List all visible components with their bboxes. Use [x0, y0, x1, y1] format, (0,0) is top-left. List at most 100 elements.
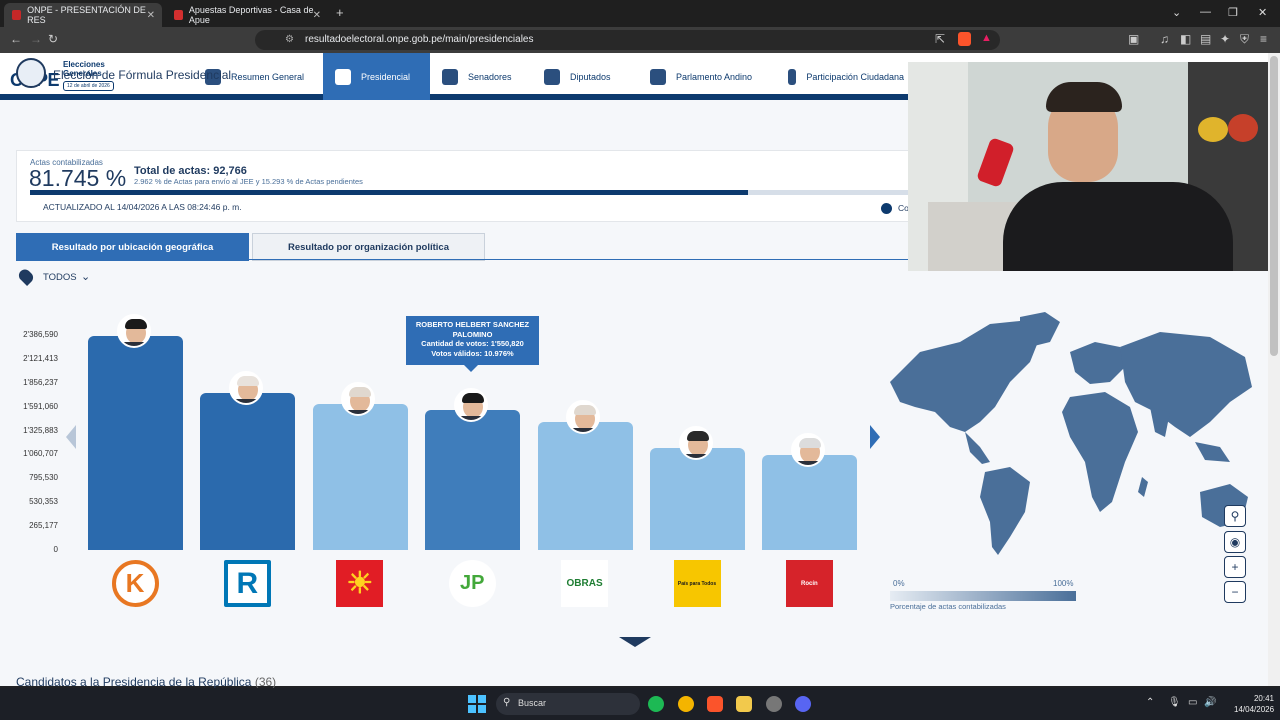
- nav-presidencial[interactable]: Presidencial: [323, 53, 430, 100]
- location-filter[interactable]: TODOS: [43, 272, 77, 283]
- reading-list-icon[interactable]: ◧: [1180, 32, 1191, 46]
- y-tick-label: 0: [53, 545, 58, 554]
- party-logo[interactable]: OBRAS: [561, 560, 609, 607]
- candidate-photo-hair: [461, 393, 484, 404]
- chart-prev-arrow-icon[interactable]: [66, 425, 76, 449]
- legend-dot: [881, 203, 892, 214]
- taskbar-search[interactable]: Buscar: [496, 693, 640, 715]
- reload-icon[interactable]: ↻: [48, 32, 58, 46]
- party-logo[interactable]: JP: [448, 560, 496, 607]
- map-location-button[interactable]: ⚲: [1224, 505, 1246, 527]
- nav-label: Diputados: [570, 71, 611, 82]
- close-tab-icon[interactable]: ✕: [313, 10, 321, 21]
- map-globe-button[interactable]: ◉: [1224, 531, 1246, 553]
- party-logo[interactable]: R: [223, 560, 271, 607]
- webcam-microphone: [976, 137, 1015, 188]
- spotify-icon[interactable]: [648, 696, 664, 712]
- map-zoom-out-button[interactable]: −: [1224, 581, 1246, 603]
- candidate-photo[interactable]: [790, 432, 825, 467]
- nav-diputados[interactable]: Diputados: [532, 53, 632, 100]
- close-tab-icon[interactable]: ✕: [147, 10, 155, 21]
- tab-label: Resultado por organización política: [288, 241, 449, 253]
- brave-shields-icon[interactable]: [958, 32, 971, 46]
- party-logo[interactable]: ☀: [336, 560, 384, 607]
- onpe-favicon-icon: [12, 10, 22, 20]
- share-icon[interactable]: ⇱: [935, 32, 945, 46]
- browser-tab-onpe[interactable]: ONPE - PRESENTACIÓN DE RES ✕: [4, 3, 162, 27]
- candidate-photo[interactable]: [116, 314, 151, 349]
- nav-participacion-ciudadana[interactable]: Participación Ciudadana: [776, 53, 916, 100]
- microphone-icon[interactable]: 🎙: [1168, 697, 1181, 708]
- chart-bar[interactable]: [537, 422, 633, 550]
- participation-icon: [788, 68, 797, 85]
- map-zoom-in-button[interactable]: +: [1224, 556, 1246, 578]
- party-logo[interactable]: K: [111, 560, 159, 607]
- y-tick-label: 1'325,883: [23, 425, 58, 435]
- scrollbar-thumb[interactable]: [1270, 56, 1278, 356]
- clock-date: 14/04/2026: [1234, 705, 1275, 714]
- tab-geographic-result[interactable]: Resultado por ubicación geográfica: [16, 233, 249, 261]
- candidate-photo[interactable]: [228, 371, 263, 406]
- logo-date: 12 de abril de 2026: [63, 81, 114, 91]
- chart-bar[interactable]: [312, 404, 408, 550]
- plus-icon: +: [1231, 560, 1239, 574]
- y-tick-label: 795,530: [29, 473, 58, 483]
- obs-icon[interactable]: [766, 696, 782, 712]
- vpn-icon[interactable]: ⛨: [1240, 32, 1249, 47]
- brave-rewards-icon[interactable]: ▲: [981, 32, 992, 44]
- chart-bar[interactable]: [200, 393, 296, 550]
- peru-coat-of-arms-icon: [16, 58, 46, 88]
- candidate-photo[interactable]: [678, 426, 713, 461]
- party-logo[interactable]: País para Todos: [673, 560, 721, 607]
- taskbar-clock[interactable]: 20:41 14/04/2026: [1234, 693, 1274, 715]
- file-explorer-icon[interactable]: [736, 696, 752, 712]
- chart-next-arrow-icon[interactable]: [870, 425, 880, 449]
- chart-bar[interactable]: [650, 448, 745, 550]
- y-tick-label: 1'591,060: [23, 401, 58, 411]
- nav-senadores[interactable]: Senadores: [430, 53, 530, 100]
- volume-icon[interactable]: 🔊: [1204, 697, 1216, 708]
- wallet-icon[interactable]: ▤: [1200, 32, 1211, 46]
- chart-bar[interactable]: [425, 410, 521, 550]
- chrome-icon[interactable]: [678, 696, 694, 712]
- candidate-photo-hair: [798, 437, 821, 448]
- close-window-icon[interactable]: ✕: [1258, 6, 1267, 19]
- maximize-icon[interactable]: ❐: [1228, 6, 1238, 19]
- tab-party-result[interactable]: Resultado por organización política: [252, 233, 485, 261]
- browser-tab-apuestas[interactable]: Apuestas Deportivas - Casa de Apue ✕: [166, 3, 328, 27]
- candidate-photo[interactable]: [566, 400, 601, 435]
- forward-icon[interactable]: →: [30, 32, 42, 46]
- chevron-down-icon[interactable]: ⌄: [81, 270, 90, 283]
- chart-bar[interactable]: [88, 336, 183, 550]
- discord-icon[interactable]: [795, 696, 811, 712]
- chart-bar[interactable]: [762, 454, 858, 550]
- url-field[interactable]: ⚙ resultadoelectoral.onpe.gob.pe/main/pr…: [255, 30, 1000, 50]
- tab-search-icon[interactable]: ⌄: [1172, 6, 1181, 19]
- minus-icon: −: [1231, 585, 1239, 599]
- media-icon[interactable]: ♫: [1160, 32, 1169, 46]
- candidates-count: (36): [254, 675, 277, 689]
- y-tick-label: 2'386,590: [23, 330, 58, 339]
- windows-start-icon[interactable]: [468, 695, 486, 713]
- building-icon: [544, 68, 560, 85]
- tray-chevron-icon[interactable]: ⌃: [1146, 697, 1154, 708]
- nav-parlamento-andino[interactable]: Parlamento Andino: [638, 53, 773, 100]
- sidebar-toggle-icon[interactable]: ▣: [1128, 32, 1139, 46]
- network-icon[interactable]: ▭: [1188, 697, 1197, 708]
- world-map[interactable]: [880, 312, 1255, 557]
- minimize-icon[interactable]: —: [1200, 6, 1211, 18]
- page-title: Elección de Fórmula Presidencial: [53, 68, 232, 82]
- new-tab-icon[interactable]: +: [336, 5, 344, 20]
- candidate-photo[interactable]: [341, 382, 376, 417]
- site-info-icon[interactable]: ⚙: [285, 34, 294, 45]
- menu-icon[interactable]: ≡: [1260, 32, 1267, 46]
- candidate-photo[interactable]: [453, 388, 488, 423]
- people-icon: [442, 68, 458, 85]
- leo-ai-icon[interactable]: ✦: [1220, 32, 1230, 46]
- party-logo[interactable]: Rocín: [785, 560, 833, 607]
- brave-icon[interactable]: [707, 696, 723, 712]
- back-icon[interactable]: ←: [10, 32, 22, 46]
- map-africa: [1062, 392, 1138, 512]
- pin-icon: ⚲: [1230, 509, 1240, 523]
- expand-arrow-icon[interactable]: [619, 637, 651, 647]
